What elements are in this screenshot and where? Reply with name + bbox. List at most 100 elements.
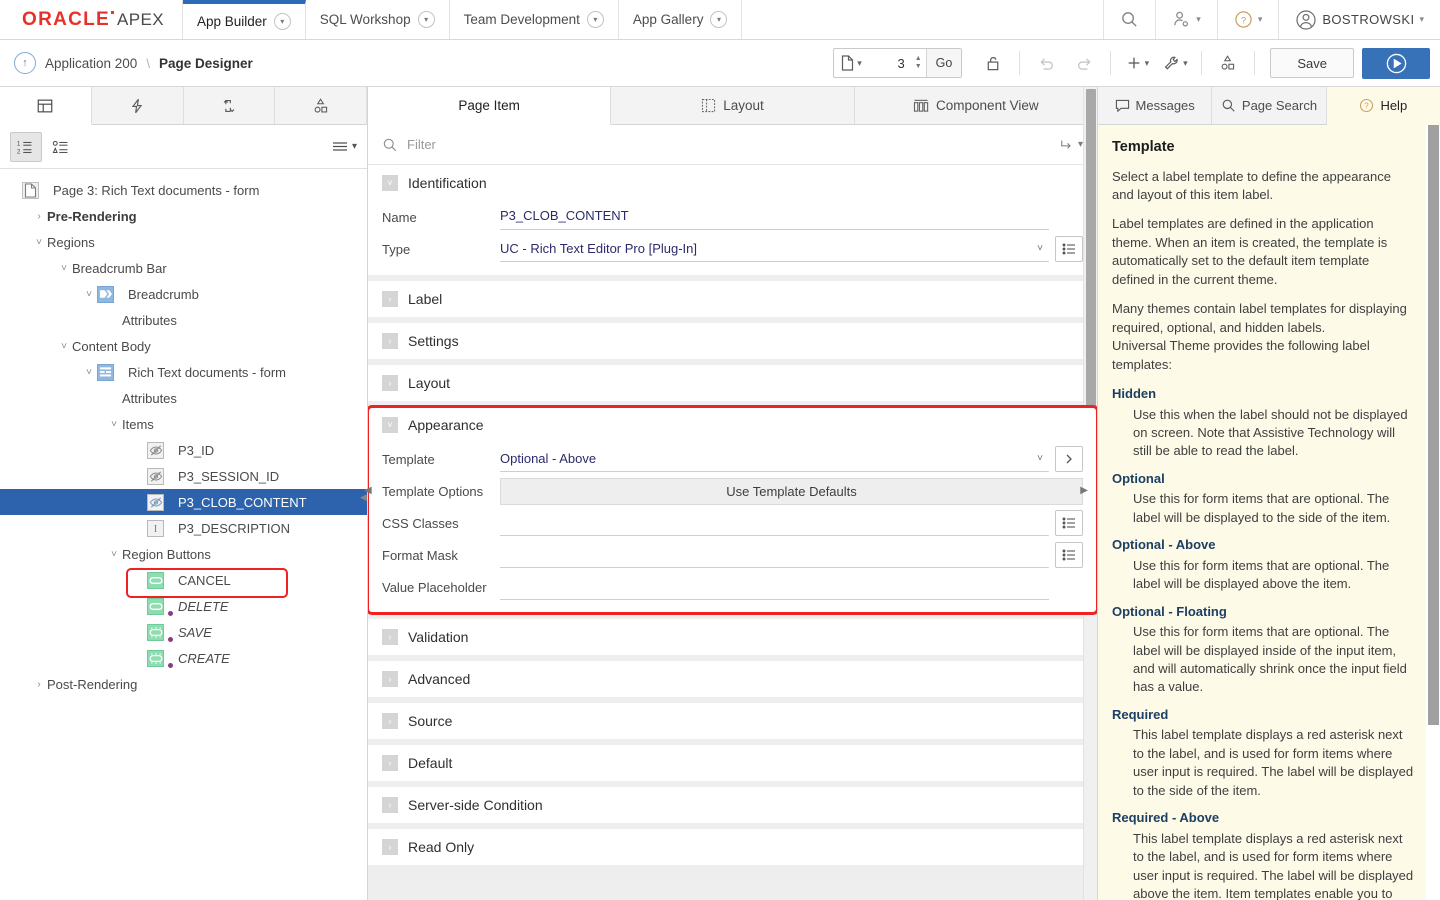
tree-node[interactable]: Attributes: [0, 307, 367, 333]
chevron-down-icon[interactable]: ˅: [1037, 453, 1043, 464]
go-button[interactable]: Go: [926, 49, 962, 77]
search-input[interactable]: [407, 137, 1050, 152]
utilities-button[interactable]: ▾: [1156, 47, 1194, 79]
chevron-right-icon[interactable]: ›: [31, 211, 47, 222]
property-section-header[interactable]: ›Advanced: [368, 661, 1097, 697]
tab-layout[interactable]: Layout: [611, 87, 854, 124]
tree-options-menu[interactable]: ▾: [331, 140, 357, 154]
chevron-down-icon[interactable]: ▾: [710, 11, 727, 28]
property-section-header[interactable]: ›Default: [368, 745, 1097, 781]
nav-tab-app-builder[interactable]: App Builder ▾: [183, 0, 306, 39]
chevron-down-icon[interactable]: ▾: [418, 11, 435, 28]
tab-shared-components[interactable]: [275, 87, 367, 124]
chevron-right-icon[interactable]: ›: [382, 671, 398, 687]
chevron-down-icon[interactable]: ˅: [81, 367, 97, 378]
tab-help[interactable]: ? Help: [1327, 87, 1440, 125]
chevron-right-icon[interactable]: ›: [382, 291, 398, 307]
chevron-down-icon[interactable]: ˅: [106, 549, 122, 560]
redo-button[interactable]: [1065, 47, 1103, 79]
help-menu-button[interactable]: ? ▾: [1218, 0, 1280, 39]
tab-page-search[interactable]: Page Search: [1212, 87, 1326, 124]
center-splitter-left-handle[interactable]: ◀: [364, 485, 372, 496]
property-section-header[interactable]: ›Settings: [368, 323, 1097, 359]
tree-node[interactable]: P3_SESSION_ID: [0, 463, 367, 489]
tree-node[interactable]: ˅Items: [0, 411, 367, 437]
save-button[interactable]: Save: [1270, 48, 1354, 78]
chevron-down-icon[interactable]: ▾: [587, 11, 604, 28]
chevron-up-icon[interactable]: ▲: [915, 56, 922, 62]
property-section-header[interactable]: ›Label: [368, 281, 1097, 317]
list-of-values-button[interactable]: [1055, 542, 1083, 568]
tree-node[interactable]: ˅Region Buttons: [0, 541, 367, 567]
shared-components-button[interactable]: [1209, 47, 1247, 79]
add-component-button[interactable]: ▾: [1118, 47, 1156, 79]
property-section-header[interactable]: ˅Appearance: [368, 407, 1097, 443]
property-section-header[interactable]: ›Server-side Condition: [368, 787, 1097, 823]
nav-tab-sql-workshop[interactable]: SQL Workshop ▾: [306, 0, 450, 39]
template-options-button[interactable]: Use Template Defaults: [500, 478, 1083, 505]
tab-rendering[interactable]: [0, 87, 92, 125]
property-section-header[interactable]: ›Read Only: [368, 829, 1097, 865]
tree-node[interactable]: ˅Breadcrumb: [0, 281, 367, 307]
run-page-button[interactable]: [1362, 48, 1430, 79]
help-scrollbar-thumb[interactable]: [1428, 125, 1439, 725]
property-select[interactable]: UC - Rich Text Editor Pro [Plug-In]˅: [500, 236, 1049, 262]
tree-node[interactable]: ˅Rich Text documents - form: [0, 359, 367, 385]
user-menu-button[interactable]: BOSTROWSKI ▾: [1279, 0, 1440, 39]
chevron-down-icon[interactable]: ˅: [81, 289, 97, 300]
tab-page-item[interactable]: Page Item: [368, 87, 611, 125]
property-section-header[interactable]: ›Source: [368, 703, 1097, 739]
chevron-right-icon[interactable]: ›: [382, 797, 398, 813]
property-text-input[interactable]: P3_CLOB_CONTENT: [500, 204, 1049, 230]
tree-node[interactable]: IP3_DESCRIPTION: [0, 515, 367, 541]
tree-node[interactable]: ˅Breadcrumb Bar: [0, 255, 367, 281]
nav-tab-team-development[interactable]: Team Development ▾: [450, 0, 619, 39]
arrow-up-icon[interactable]: ↑: [14, 52, 36, 74]
tab-processing[interactable]: [184, 87, 276, 124]
property-text-input[interactable]: [500, 574, 1049, 600]
tree-node[interactable]: ˅Regions: [0, 229, 367, 255]
chevron-down-icon[interactable]: ˅: [56, 263, 72, 274]
undo-button[interactable]: [1027, 47, 1065, 79]
list-of-values-button[interactable]: [1055, 236, 1083, 262]
account-menu-button[interactable]: ▾: [1156, 0, 1218, 39]
tree-node[interactable]: P3_CLOB_CONTENT: [0, 489, 367, 515]
goto-error-button[interactable]: ▾: [1059, 138, 1083, 152]
help-scrollbar[interactable]: [1426, 125, 1440, 900]
tab-component-view[interactable]: Component View: [855, 87, 1097, 124]
chevron-right-icon[interactable]: ›: [382, 755, 398, 771]
expand-all-button[interactable]: 1 2: [10, 132, 42, 162]
tab-dynamic-actions[interactable]: [92, 87, 184, 124]
chevron-down-icon[interactable]: ˅: [31, 237, 47, 248]
breadcrumb-application-link[interactable]: Application 200: [45, 56, 137, 71]
property-section-header[interactable]: ›Validation: [368, 619, 1097, 655]
property-text-input[interactable]: [500, 542, 1049, 568]
tree-node[interactable]: SAVE: [0, 619, 367, 645]
lock-page-button[interactable]: [974, 47, 1012, 79]
tree-node[interactable]: ›Post-Rendering: [0, 671, 367, 697]
tree-node[interactable]: Page 3: Rich Text documents - form: [0, 177, 367, 203]
page-type-dropdown[interactable]: ▾: [834, 49, 869, 77]
chevron-down-icon[interactable]: ˅: [1037, 243, 1043, 254]
tree-node[interactable]: ˅Content Body: [0, 333, 367, 359]
page-number-input[interactable]: 3: [869, 49, 911, 77]
property-section-header[interactable]: ˅Identification: [368, 165, 1097, 201]
tree-node[interactable]: DELETE: [0, 593, 367, 619]
chevron-right-icon[interactable]: ›: [382, 839, 398, 855]
tree-node[interactable]: CANCEL: [0, 567, 367, 593]
center-splitter-right-handle[interactable]: ▶: [1080, 485, 1088, 496]
tree-node[interactable]: Attributes: [0, 385, 367, 411]
chevron-down-icon[interactable]: ˅: [382, 417, 398, 433]
chevron-down-icon[interactable]: ˅: [106, 419, 122, 430]
tree-node[interactable]: P3_ID: [0, 437, 367, 463]
page-number-stepper[interactable]: ▲ ▼: [911, 49, 926, 77]
nav-tab-app-gallery[interactable]: App Gallery ▾: [619, 0, 743, 39]
chevron-down-icon[interactable]: ▼: [915, 64, 922, 70]
property-section-header[interactable]: ›Layout: [368, 365, 1097, 401]
global-search-button[interactable]: [1104, 0, 1156, 39]
tab-messages[interactable]: Messages: [1098, 87, 1212, 124]
chevron-down-icon[interactable]: ˅: [56, 341, 72, 352]
chevron-down-icon[interactable]: ˅: [382, 175, 398, 191]
tree-node[interactable]: CREATE: [0, 645, 367, 671]
tree-node[interactable]: ›Pre-Rendering: [0, 203, 367, 229]
